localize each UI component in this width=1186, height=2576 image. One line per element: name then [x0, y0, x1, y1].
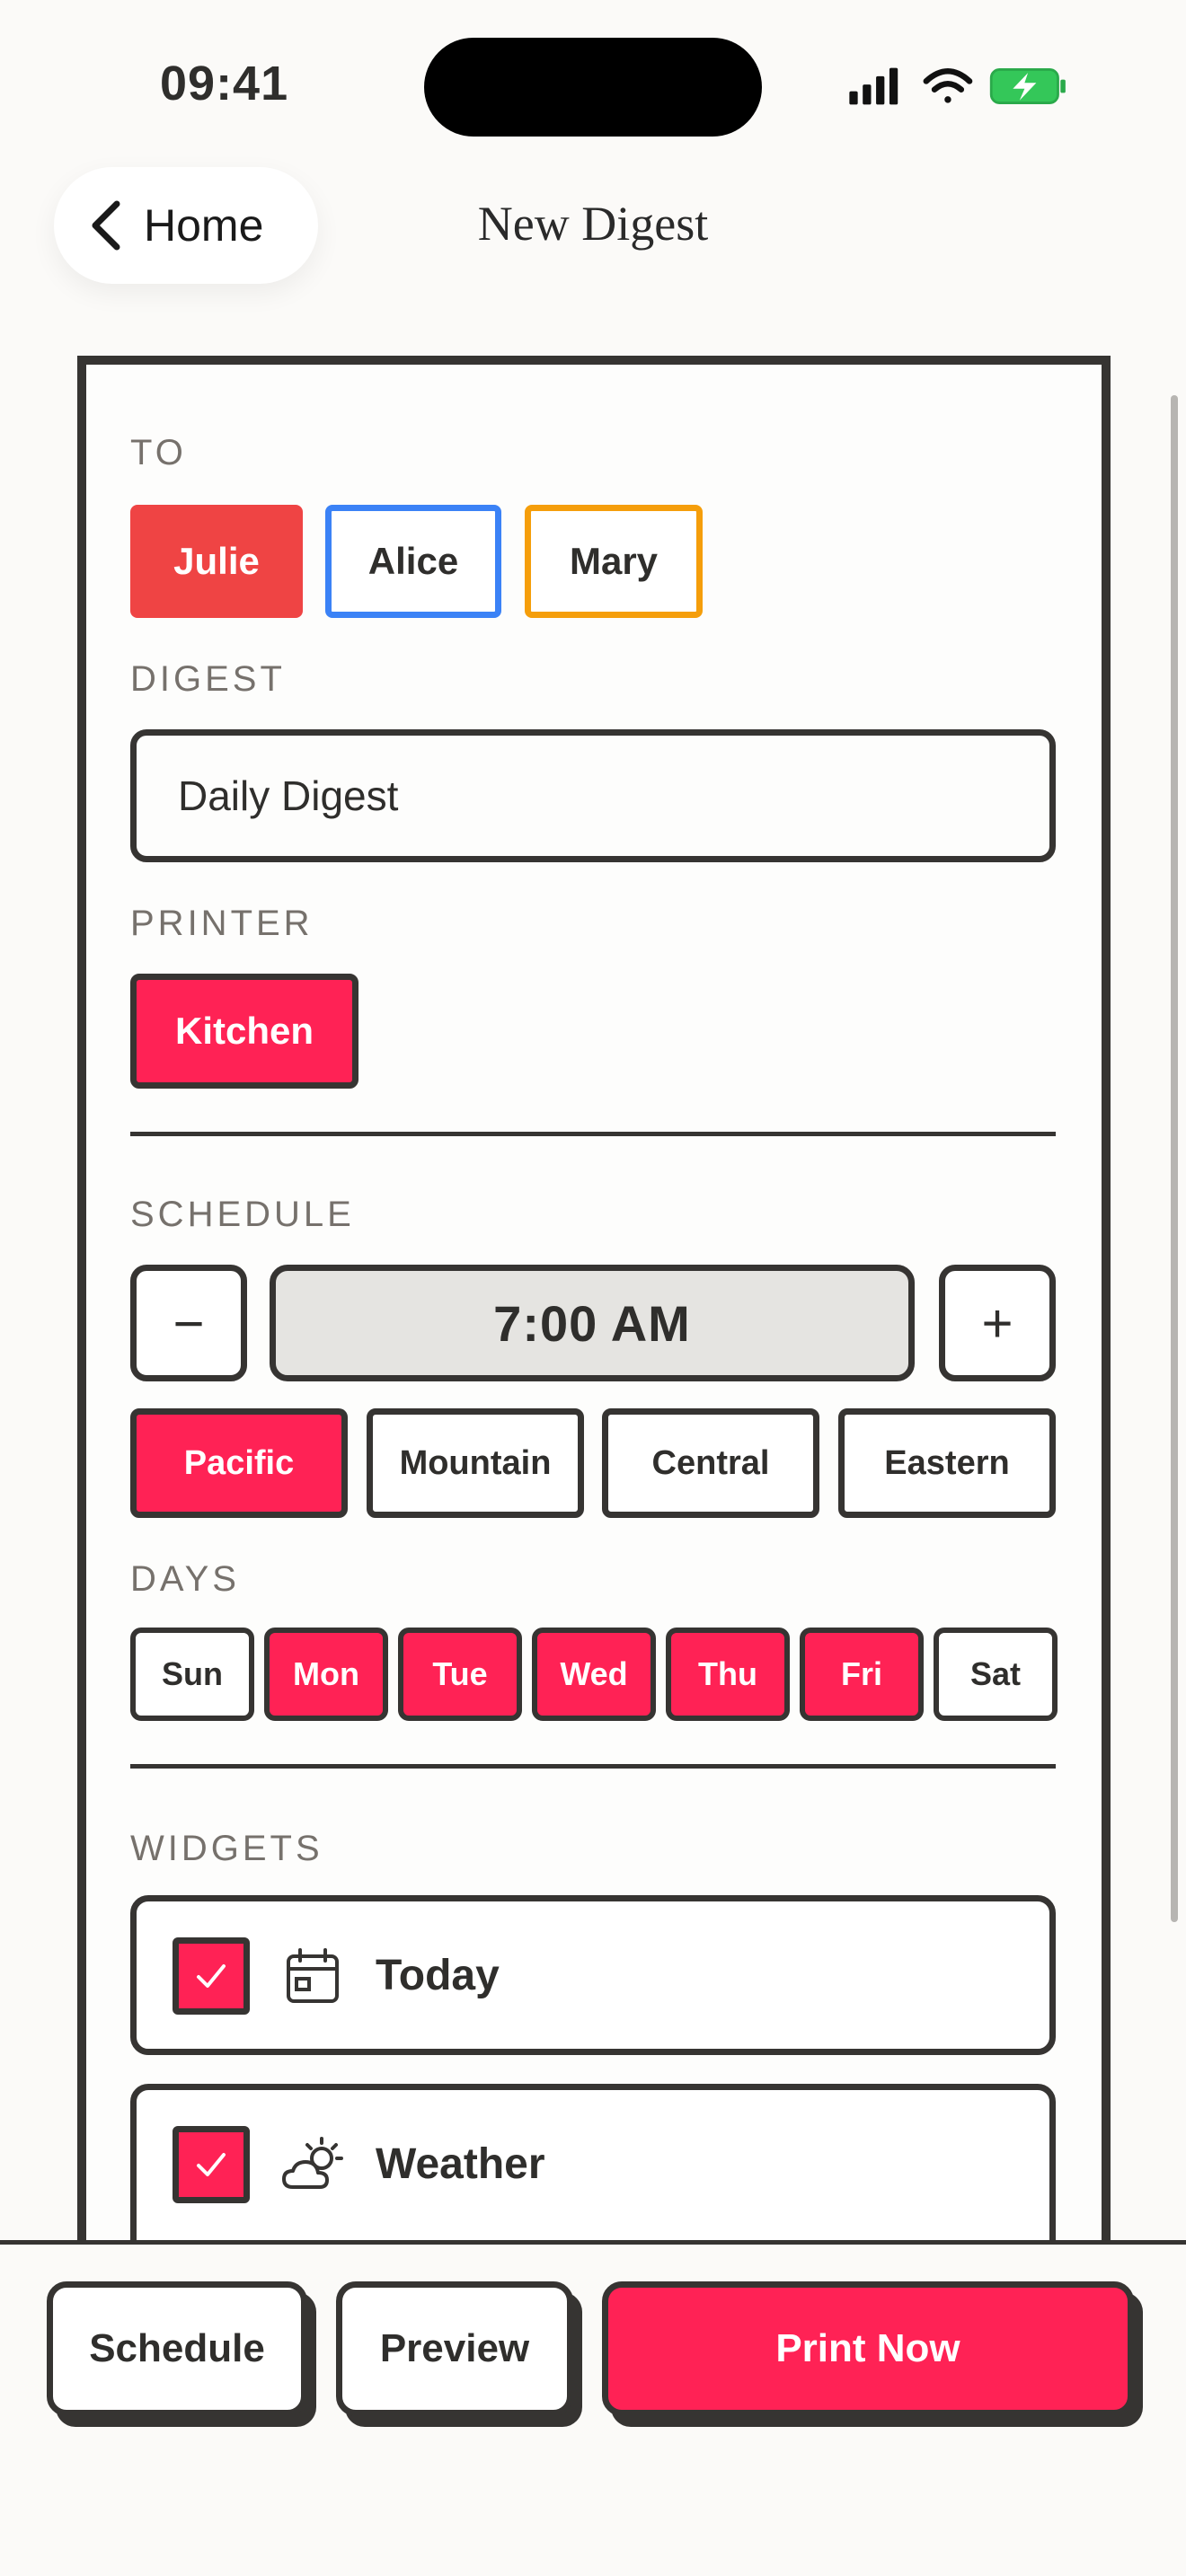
- widgets-label: WIDGETS: [130, 1829, 323, 1868]
- calendar-icon: [287, 1948, 339, 2003]
- status-icons: [849, 67, 1066, 105]
- timezone-mountain[interactable]: Mountain: [367, 1408, 584, 1518]
- day-sat[interactable]: Sat: [934, 1628, 1058, 1721]
- day-sun[interactable]: Sun: [130, 1628, 254, 1721]
- decrement-time-button[interactable]: −: [130, 1265, 247, 1381]
- schedule-label: SCHEDULE: [130, 1195, 355, 1234]
- timezone-central[interactable]: Central: [602, 1408, 819, 1518]
- digest-name-field[interactable]: Daily Digest: [130, 729, 1056, 862]
- to-label: TO: [130, 433, 187, 472]
- day-mon[interactable]: Mon: [264, 1628, 388, 1721]
- partly-sunny-icon: [282, 2137, 343, 2189]
- digest-label: DIGEST: [130, 659, 286, 699]
- digest-name-value: Daily Digest: [178, 772, 399, 819]
- widget-label: Weather: [376, 2139, 545, 2188]
- recipient-chip-alice[interactable]: Alice: [325, 505, 501, 618]
- timezone-pacific[interactable]: Pacific: [130, 1408, 348, 1518]
- widget-checkbox[interactable]: [173, 2126, 250, 2203]
- scrollbar[interactable]: [1171, 395, 1178, 1922]
- widget-checkbox[interactable]: [173, 1937, 250, 2015]
- day-wed[interactable]: Wed: [532, 1628, 656, 1721]
- checkmark-icon: [197, 2153, 226, 2176]
- wifi-icon: [923, 68, 973, 103]
- dynamic-island: [424, 38, 762, 137]
- schedule-button[interactable]: Schedule: [47, 2281, 307, 2416]
- recipient-chip-mary[interactable]: Mary: [525, 505, 703, 618]
- section-divider: [130, 1764, 1056, 1769]
- plus-icon: +: [981, 1292, 1013, 1354]
- days-label: DAYS: [130, 1559, 240, 1599]
- minus-icon: −: [173, 1292, 205, 1354]
- preview-button[interactable]: Preview: [336, 2281, 573, 2416]
- day-thu[interactable]: Thu: [666, 1628, 790, 1721]
- printer-label: PRINTER: [130, 904, 314, 943]
- day-fri[interactable]: Fri: [800, 1628, 924, 1721]
- print-now-button[interactable]: Print Now: [602, 2281, 1134, 2416]
- page-title: New Digest: [477, 197, 709, 251]
- battery-charging-icon: [989, 68, 1066, 104]
- status-time: 09:41: [160, 57, 289, 110]
- widget-row-today[interactable]: Today: [130, 1895, 1056, 2055]
- increment-time-button[interactable]: +: [939, 1265, 1056, 1381]
- section-divider: [130, 1132, 1056, 1136]
- signal-icon: [849, 67, 898, 105]
- timezone-eastern[interactable]: Eastern: [838, 1408, 1056, 1518]
- widget-label: Today: [376, 1951, 500, 1999]
- recipient-chip-julie[interactable]: Julie: [130, 505, 303, 618]
- time-display[interactable]: 7:00 AM: [270, 1265, 915, 1381]
- day-tue[interactable]: Tue: [398, 1628, 522, 1721]
- checkmark-icon: [197, 1964, 226, 1988]
- printer-chip-kitchen[interactable]: Kitchen: [130, 974, 358, 1089]
